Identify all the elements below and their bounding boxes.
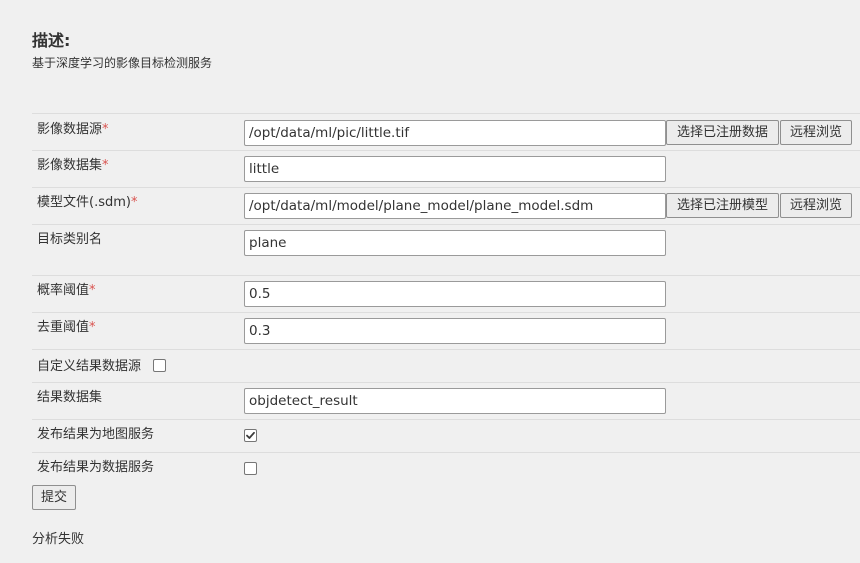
submit-button[interactable]: 提交 (32, 485, 76, 510)
row-probability-threshold: 概率阈值* 0.5 (32, 275, 860, 312)
analysis-form: 影像数据源* /opt/data/ml/pic/little.tif 选择已注册… (32, 113, 860, 484)
nms-threshold-input[interactable]: 0.3 (244, 318, 666, 344)
row-result-dataset: 结果数据集 objdetect_result (32, 382, 860, 419)
select-registered-data-button[interactable]: 选择已注册数据 (666, 120, 779, 145)
publish-data-service-label: 发布结果为数据服务 (37, 460, 155, 475)
remote-browse-model-button[interactable]: 远程浏览 (780, 193, 852, 218)
description-text: 基于深度学习的影像目标检测服务 (32, 56, 213, 70)
custom-result-source-label: 自定义结果数据源 (37, 359, 142, 374)
probability-threshold-label: 概率阈值* (37, 283, 96, 298)
image-dataset-input[interactable]: little (244, 156, 666, 182)
row-model-file: 模型文件(.sdm)* /opt/data/ml/model/plane_mod… (32, 187, 860, 224)
nms-threshold-label: 去重阈值* (37, 320, 96, 335)
row-custom-result-source: 自定义结果数据源 (32, 349, 860, 382)
row-publish-data-service: 发布结果为数据服务 (32, 452, 860, 484)
row-nms-threshold: 去重阈值* 0.3 (32, 312, 860, 349)
row-image-dataset: 影像数据集* little (32, 150, 860, 187)
image-source-input[interactable]: /opt/data/ml/pic/little.tif (244, 120, 666, 146)
remote-browse-image-button[interactable]: 远程浏览 (780, 120, 852, 145)
result-dataset-input[interactable]: objdetect_result (244, 388, 666, 414)
target-class-label: 目标类别名 (37, 232, 103, 247)
publish-map-service-checkbox[interactable] (244, 429, 257, 442)
publish-data-service-checkbox[interactable] (244, 462, 257, 475)
analysis-page: 描述: 基于深度学习的影像目标检测服务 影像数据源* /opt/data/ml/… (0, 0, 860, 563)
row-publish-map-service: 发布结果为地图服务 (32, 419, 860, 452)
result-dataset-label: 结果数据集 (37, 390, 103, 405)
probability-threshold-input[interactable]: 0.5 (244, 281, 666, 307)
image-dataset-label: 影像数据集* (37, 158, 109, 173)
row-target-class: 目标类别名 plane (32, 224, 860, 275)
custom-result-source-checkbox[interactable] (153, 359, 166, 372)
model-file-label: 模型文件(.sdm)* (37, 195, 138, 210)
description-title: 描述: (32, 31, 71, 50)
target-class-input[interactable]: plane (244, 230, 666, 256)
row-image-source: 影像数据源* /opt/data/ml/pic/little.tif 选择已注册… (32, 113, 860, 150)
checkmark-icon (246, 431, 255, 439)
image-source-label: 影像数据源* (37, 122, 109, 137)
publish-map-service-label: 发布结果为地图服务 (37, 427, 155, 442)
status-text: 分析失败 (32, 532, 85, 547)
select-registered-model-button[interactable]: 选择已注册模型 (666, 193, 779, 218)
model-file-input[interactable]: /opt/data/ml/model/plane_model/plane_mod… (244, 193, 666, 219)
